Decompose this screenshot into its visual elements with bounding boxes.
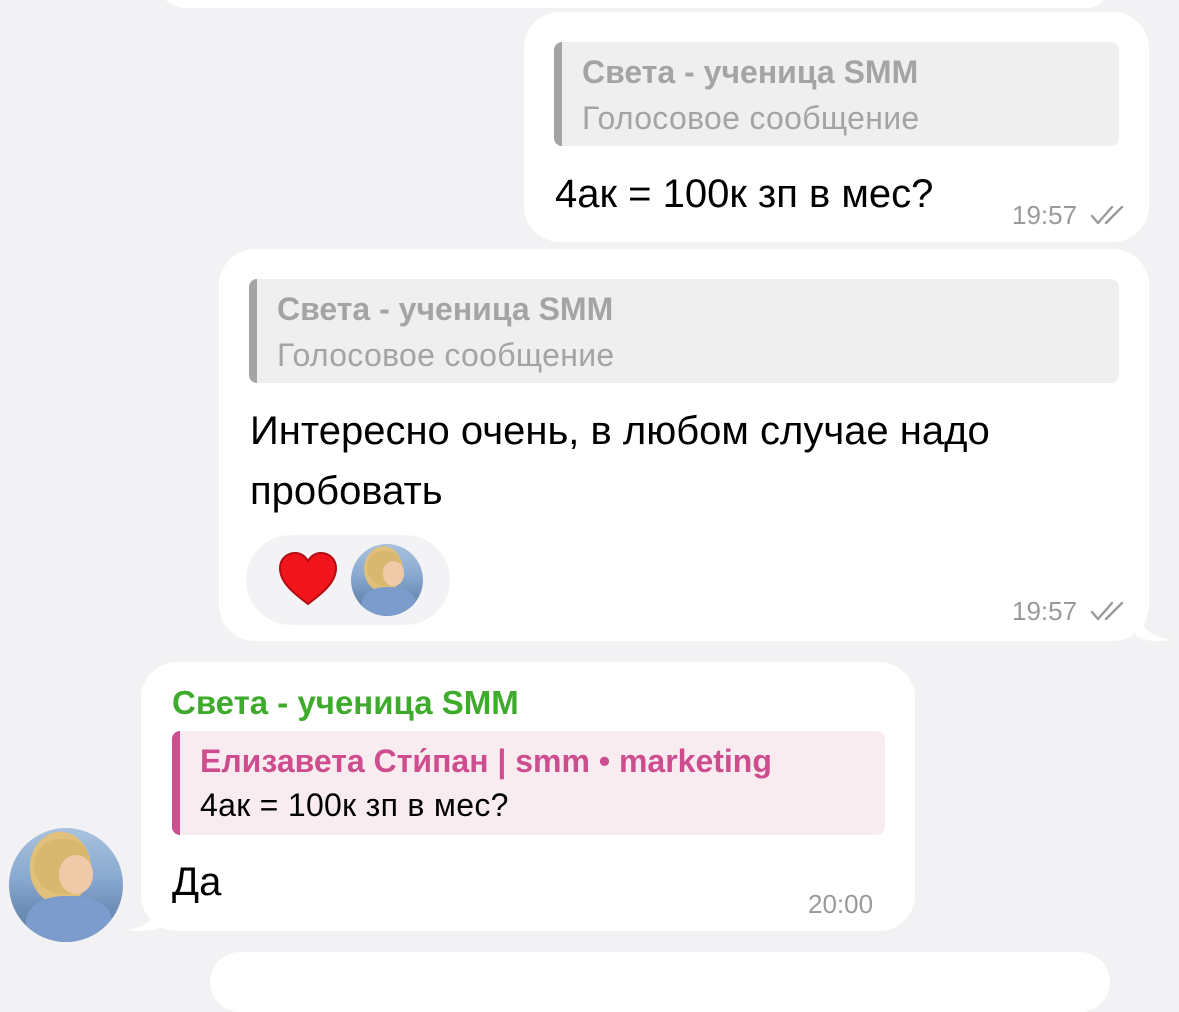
message-text: Интересно очень, в любом случае надо про…: [250, 409, 990, 513]
quote-author: Света - ученица SMM: [582, 54, 919, 90]
message-text: Да: [172, 860, 222, 904]
previous-message-bubble[interactable]: [160, 0, 1110, 8]
reply-quote[interactable]: Света - ученица SMM Голосовое сообщение: [554, 42, 1119, 146]
reply-quote[interactable]: Елизавета Сти́пан | smm • marketing 4ак …: [172, 731, 885, 835]
quote-author: Света - ученица SMM: [277, 291, 614, 327]
message-time: 19:57: [1012, 200, 1078, 230]
heart-icon: [278, 551, 338, 606]
sender-avatar[interactable]: [9, 828, 123, 942]
message-time: 20:00: [808, 889, 874, 919]
message-text: 4ак = 100к зп в мес?: [555, 172, 934, 216]
quote-bar: [554, 42, 562, 146]
read-checkmarks-icon: [1090, 205, 1124, 225]
quote-author: Елизавета Сти́пан | smm • marketing: [200, 743, 772, 779]
read-checkmarks-icon: [1090, 601, 1124, 621]
incoming-message[interactable]: Света - ученица SMM Елизавета Сти́пан | …: [141, 662, 915, 931]
message-time: 19:57: [1012, 596, 1078, 626]
quote-bar: [249, 279, 257, 383]
outgoing-message-2[interactable]: Света - ученица SMM Голосовое сообщение …: [219, 249, 1149, 641]
reaction-avatar: [351, 544, 423, 616]
quote-text: 4ак = 100к зп в мес?: [200, 787, 509, 823]
outgoing-message-1[interactable]: Света - ученица SMM Голосовое сообщение …: [524, 12, 1149, 242]
quote-bar: [172, 731, 180, 835]
reaction-pill[interactable]: [246, 535, 450, 625]
next-message-bubble[interactable]: [210, 952, 1110, 1012]
reply-quote[interactable]: Света - ученица SMM Голосовое сообщение: [249, 279, 1119, 383]
sender-name[interactable]: Света - ученица SMM: [172, 684, 519, 722]
bubble-tail: [1136, 612, 1174, 641]
quote-text: Голосовое сообщение: [582, 100, 920, 136]
quote-text: Голосовое сообщение: [277, 337, 615, 373]
